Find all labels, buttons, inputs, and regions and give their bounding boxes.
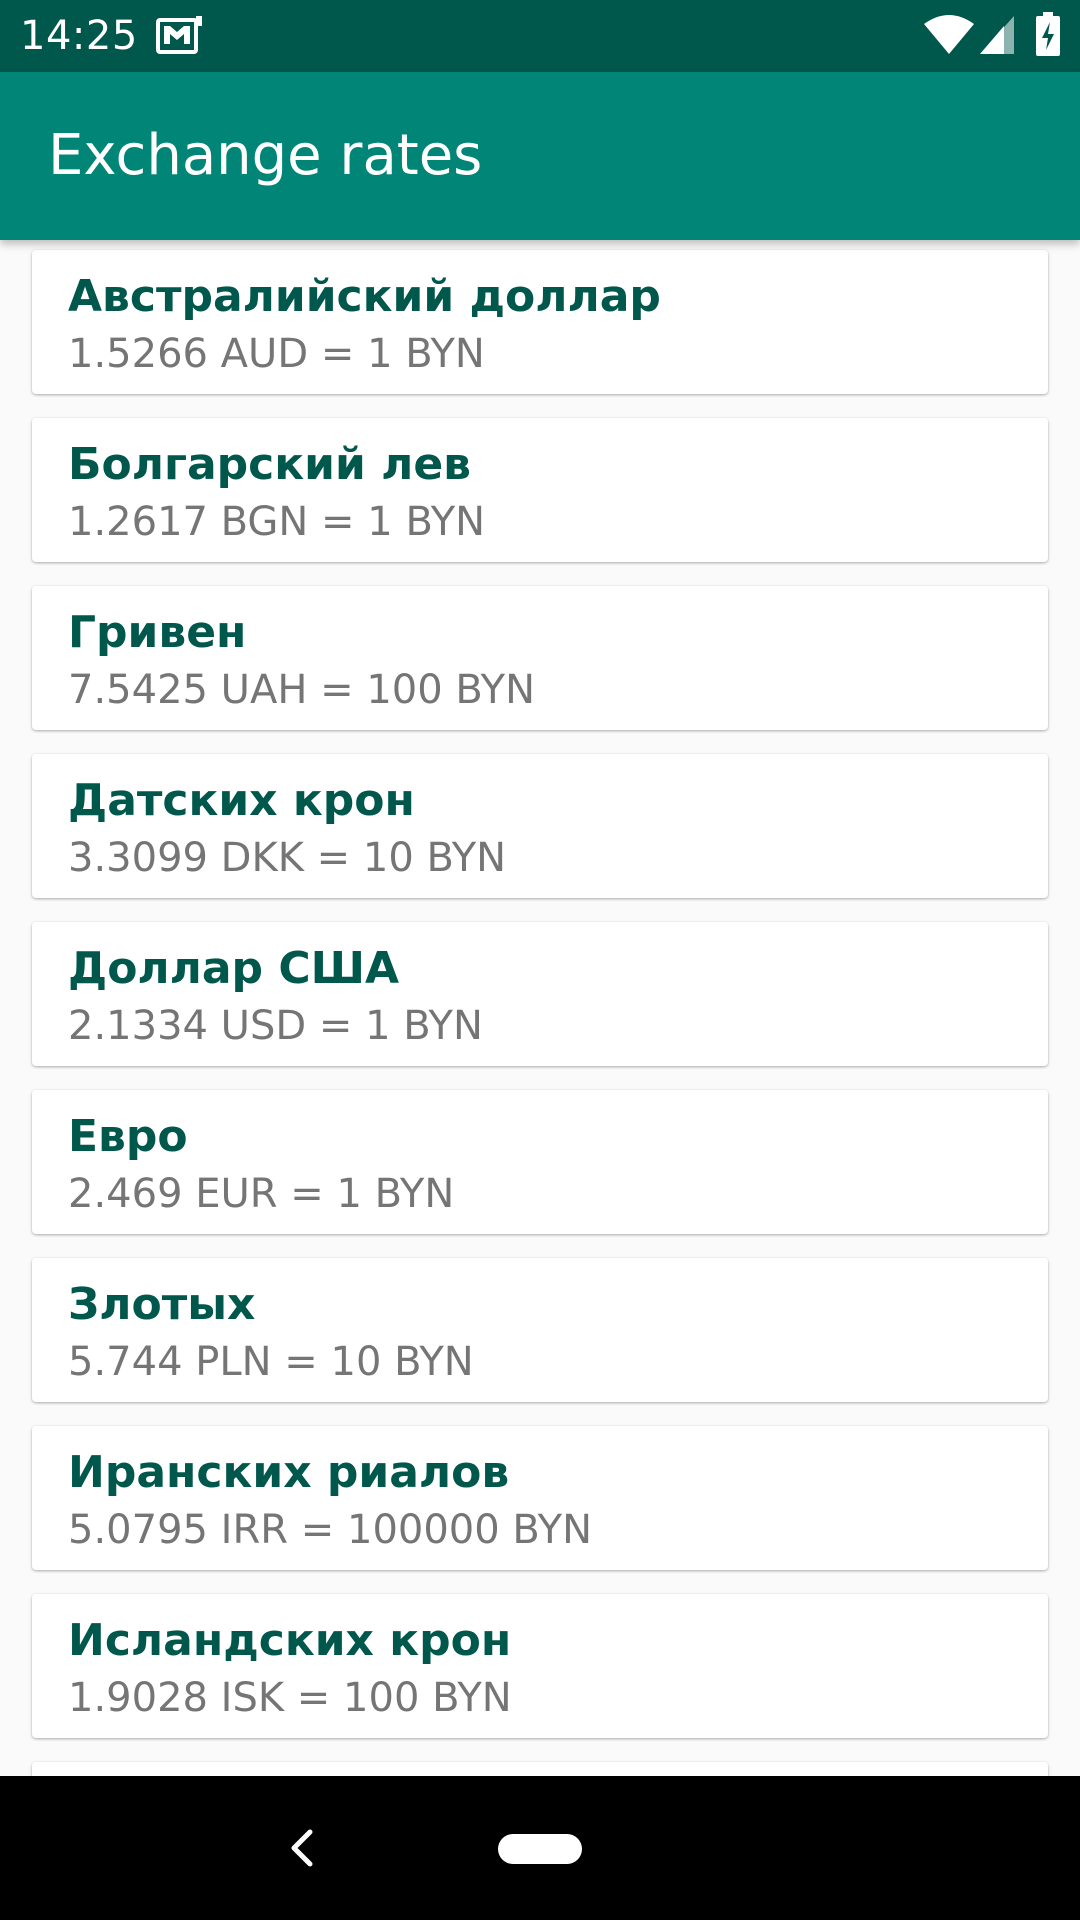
rate-card[interactable]: Австралийский доллар 1.5266 AUD = 1 BYN <box>32 250 1048 394</box>
currency-rate: 1.9028 ISK = 100 BYN <box>68 1675 512 1721</box>
currency-rate: 1.5266 AUD = 1 BYN <box>68 331 485 377</box>
rate-card[interactable]: Датских крон 3.3099 DKK = 10 BYN <box>32 754 1048 898</box>
rate-card[interactable]: Иранских риалов 5.0795 IRR = 100000 BYN <box>32 1426 1048 1570</box>
currency-name: Иранских риалов <box>68 1447 510 1498</box>
status-bar: 14:25 <box>0 0 1080 72</box>
rate-card[interactable]: Исландских крон 1.9028 ISK = 100 BYN <box>32 1594 1048 1738</box>
rate-card[interactable]: Доллар США 2.1334 USD = 1 BYN <box>32 922 1048 1066</box>
currency-rate: 5.744 PLN = 10 BYN <box>68 1339 474 1385</box>
page-title: Exchange rates <box>48 123 483 188</box>
currency-name: Доллар США <box>68 943 400 994</box>
currency-rate: 5.0795 IRR = 100000 BYN <box>68 1507 593 1553</box>
app-bar: Exchange rates <box>0 72 1080 240</box>
currency-name: Исландских крон <box>68 1615 512 1666</box>
currency-rate: 3.3099 DKK = 10 BYN <box>68 835 507 881</box>
rate-card[interactable]: Евро 2.469 EUR = 1 BYN <box>32 1090 1048 1234</box>
currency-rate: 7.5425 UAH = 100 BYN <box>68 667 536 713</box>
cell-signal-icon <box>980 16 1014 54</box>
currency-name: Злотых <box>68 1279 256 1330</box>
back-icon[interactable] <box>282 1826 318 1870</box>
battery-charging-icon <box>1036 12 1060 56</box>
currency-name: Австралийский доллар <box>68 271 661 322</box>
currency-name: Болгарский лев <box>68 439 472 490</box>
rate-card-partial[interactable] <box>32 1762 1048 1776</box>
home-pill-icon[interactable] <box>498 1834 582 1864</box>
status-time: 14:25 <box>20 13 138 59</box>
mail-icon <box>156 16 202 54</box>
currency-rate: 2.469 EUR = 1 BYN <box>68 1171 455 1217</box>
currency-rate: 2.1334 USD = 1 BYN <box>68 1003 483 1049</box>
currency-name: Евро <box>68 1111 188 1162</box>
rate-card[interactable]: Гривен 7.5425 UAH = 100 BYN <box>32 586 1048 730</box>
navigation-bar <box>0 1776 1080 1920</box>
rates-list[interactable]: Австралийский доллар 1.5266 AUD = 1 BYN … <box>0 240 1080 1776</box>
currency-name: Гривен <box>68 607 247 658</box>
rate-card[interactable]: Болгарский лев 1.2617 BGN = 1 BYN <box>32 418 1048 562</box>
rate-card[interactable]: Злотых 5.744 PLN = 10 BYN <box>32 1258 1048 1402</box>
wifi-icon <box>924 15 974 54</box>
currency-rate: 1.2617 BGN = 1 BYN <box>68 499 486 545</box>
currency-name: Датских крон <box>68 775 415 826</box>
